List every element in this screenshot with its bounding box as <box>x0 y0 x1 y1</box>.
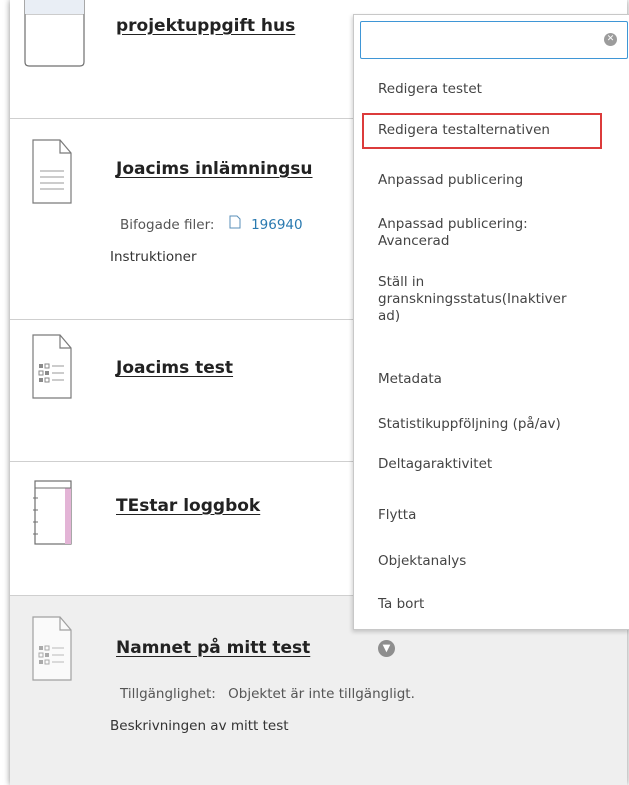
menu-item-move[interactable]: Flytta <box>378 507 416 524</box>
attachments-label: Bifogade filer: <box>120 217 215 233</box>
menu-item-user-progress[interactable]: Deltagaraktivitet <box>378 456 492 473</box>
instructions-text: Instruktioner <box>110 249 197 265</box>
attachments-row: Bifogade filer: 196940 <box>120 215 303 233</box>
item-title-link[interactable]: Joacims inlämningsu <box>116 159 313 179</box>
folder-icon <box>24 0 86 72</box>
menu-item-adaptive-release[interactable]: Anpassad publicering <box>378 172 523 189</box>
menu-item-review-status[interactable]: Ställ in granskningsstatus(Inaktiver ad) <box>378 274 567 325</box>
menu-item-label: Avancerad <box>378 233 450 249</box>
menu-item-item-analysis[interactable]: Objektanalys <box>378 553 466 570</box>
menu-item-label: ad) <box>378 308 401 324</box>
menu-item-label: Anpassad publicering: <box>378 216 528 232</box>
context-menu: ✕ Redigera testet Redigera testalternati… <box>353 14 629 630</box>
menu-search-input[interactable]: ✕ <box>360 21 628 59</box>
menu-item-label: Ställ in <box>378 274 425 290</box>
test-icon <box>32 616 72 686</box>
menu-item-statistics-tracking[interactable]: Statistikuppföljning (på/av) <box>378 416 561 433</box>
clear-icon[interactable]: ✕ <box>604 33 617 46</box>
menu-item-label: granskningsstatus(Inaktiver <box>378 291 567 307</box>
attachment-link[interactable]: 196940 <box>251 217 303 233</box>
menu-item-edit-test-options[interactable]: Redigera testalternativen <box>378 122 550 139</box>
menu-item-adaptive-release-advanced[interactable]: Anpassad publicering: Avancerad <box>378 216 528 250</box>
menu-item-edit-test[interactable]: Redigera testet <box>378 81 482 98</box>
menu-item-metadata[interactable]: Metadata <box>378 371 442 388</box>
item-title-link[interactable]: Joacims test <box>116 358 233 378</box>
notebook-icon <box>32 480 74 550</box>
availability-value: Objektet är inte tillgängligt. <box>228 686 415 702</box>
document-icon <box>32 139 72 209</box>
test-icon <box>32 334 72 404</box>
availability-row: Tillgänglighet: Objektet är inte tillgän… <box>120 686 415 702</box>
item-title-link[interactable]: Namnet på mitt test <box>116 638 310 658</box>
item-title-link[interactable]: TEstar loggbok <box>116 496 260 516</box>
menu-item-delete[interactable]: Ta bort <box>378 596 424 613</box>
attachment-icon <box>229 215 245 233</box>
availability-label: Tillgänglighet: <box>120 686 216 702</box>
item-description: Beskrivningen av mitt test <box>110 718 289 734</box>
chevron-down-icon[interactable]: ▼ <box>378 640 395 657</box>
item-title-link[interactable]: projektuppgift hus <box>116 16 295 36</box>
